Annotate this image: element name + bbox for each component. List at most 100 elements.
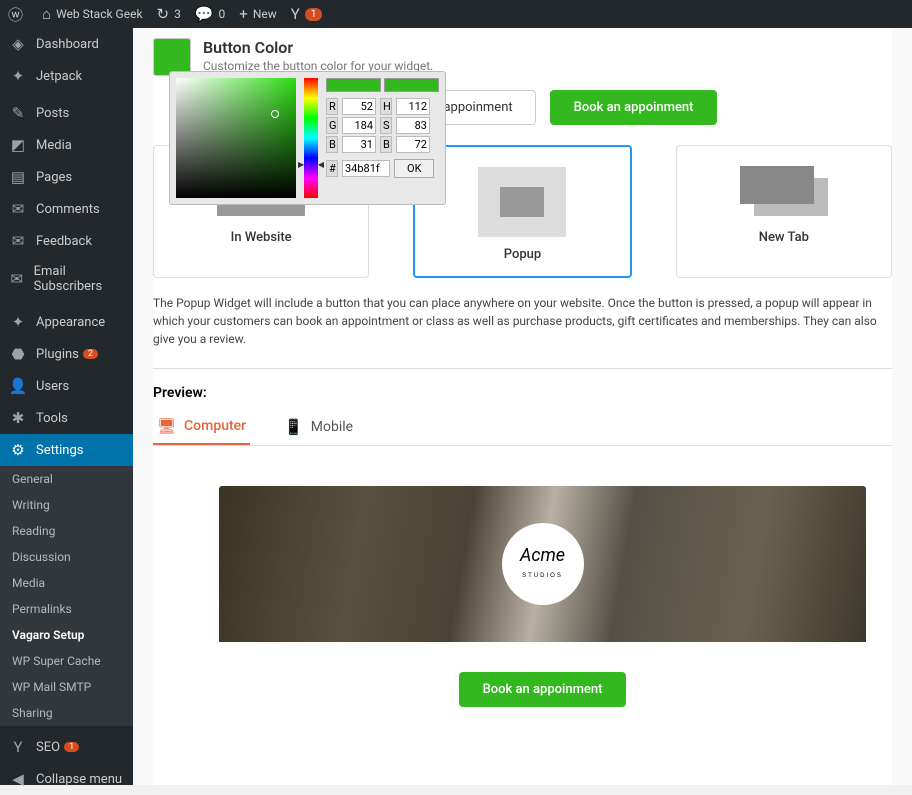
preview-book-button[interactable]: Book an appoinment [459, 672, 627, 707]
menu-icon: ✉ [8, 232, 28, 250]
v-input[interactable] [396, 136, 430, 153]
seo-badge: 1 [64, 742, 79, 752]
hex-input[interactable] [342, 160, 390, 177]
submenu-item-writing[interactable]: Writing [0, 492, 133, 518]
b-input[interactable] [342, 136, 376, 153]
sidebar-item-dashboard[interactable]: ◈ Dashboard [0, 28, 133, 60]
menu-icon: ✦ [8, 67, 28, 85]
menu-icon: ✱ [8, 409, 28, 427]
submenu-item-wp-mail-smtp[interactable]: WP Mail SMTP [0, 674, 133, 700]
h-input[interactable] [396, 98, 430, 115]
updates-count: 3 [174, 7, 181, 21]
collapse-icon: ◀ [8, 770, 28, 788]
sidebar-item-settings[interactable]: ⚙ Settings [0, 434, 133, 466]
sidebar-item-jetpack[interactable]: ✦ Jetpack [0, 60, 133, 92]
sidebar-item-posts[interactable]: ✎Posts [0, 97, 133, 129]
wordpress-icon: ⓦ [8, 4, 23, 25]
card-popup[interactable]: Popup [413, 145, 631, 278]
color-preview-new [326, 78, 381, 92]
comments-link[interactable]: 💬0 [195, 5, 225, 23]
submenu-item-reading[interactable]: Reading [0, 518, 133, 544]
g-input[interactable] [342, 117, 376, 134]
menu-label: Plugins [36, 347, 79, 362]
card-label: In Website [164, 230, 358, 245]
menu-icon: ⚙ [8, 441, 28, 459]
menu-icon: 👤 [8, 377, 28, 395]
popup-icon [478, 167, 566, 237]
menu-label: Dashboard [36, 37, 99, 52]
desktop-icon: 🖥 [157, 417, 176, 435]
s-input[interactable] [396, 117, 430, 134]
color-preview-old [384, 78, 439, 92]
v-label: B [380, 136, 392, 153]
plus-icon: + [239, 5, 248, 23]
sidebar-item-tools[interactable]: ✱ Tools [0, 402, 133, 434]
submenu-item-wp-super-cache[interactable]: WP Super Cache [0, 648, 133, 674]
submenu-item-general[interactable]: General [0, 466, 133, 492]
tab-mobile[interactable]: 📱Mobile [280, 411, 357, 445]
seo-icon: Y [8, 738, 28, 756]
hue-slider[interactable]: ▶◀ [304, 78, 318, 198]
card-new-tab[interactable]: New Tab [676, 145, 892, 278]
submenu-item-media[interactable]: Media [0, 570, 133, 596]
updates-link[interactable]: ↻3 [157, 5, 181, 23]
color-gradient-area[interactable] [176, 78, 296, 198]
newtab-icon [740, 166, 828, 216]
yoast-link[interactable]: Y1 [291, 5, 323, 23]
yoast-icon: Y [291, 5, 300, 23]
sidebar-item-plugins[interactable]: ⬣Plugins2 [0, 338, 133, 370]
sidebar-item-feedback[interactable]: ✉ Feedback [0, 225, 133, 257]
menu-label: Appearance [36, 315, 105, 330]
sidebar-item-comments[interactable]: ✉Comments [0, 193, 133, 225]
menu-label: Jetpack [36, 69, 82, 84]
button-preview-solid[interactable]: Book an appoinment [550, 90, 718, 125]
r-input[interactable] [342, 98, 376, 115]
wp-logo[interactable]: ⓦ [8, 4, 28, 25]
g-label: G [326, 117, 338, 134]
s-label: S [380, 117, 392, 134]
menu-label: Email Subscribers [34, 264, 125, 294]
menu-icon: ✉ [8, 270, 26, 288]
sidebar-item-pages[interactable]: ▤ Pages [0, 161, 133, 193]
refresh-icon: ↻ [157, 5, 170, 23]
submenu-item-permalinks[interactable]: Permalinks [0, 596, 133, 622]
menu-label: Users [36, 379, 69, 394]
r-label: R [326, 98, 338, 115]
sidebar-item-users[interactable]: 👤 Users [0, 370, 133, 402]
menu-icon: ◈ [8, 35, 28, 53]
settings-submenu: GeneralWritingReadingDiscussionMediaPerm… [0, 466, 133, 726]
sidebar-item-email-subscribers[interactable]: ✉ Email Subscribers [0, 257, 133, 301]
preview-hero-image: AcmeSTUDIOS [219, 486, 866, 642]
color-cursor[interactable] [271, 110, 279, 118]
menu-label: Tools [36, 411, 68, 426]
tab-computer[interactable]: 🖥Computer [153, 411, 250, 445]
mobile-icon: 📱 [284, 418, 303, 436]
card-label: Popup [425, 247, 619, 262]
sidebar-item-appearance[interactable]: ✦ Appearance [0, 306, 133, 338]
menu-label: Pages [36, 170, 72, 185]
menu-label: Feedback [36, 234, 92, 249]
preview-tabs: 🖥Computer 📱Mobile [153, 411, 892, 446]
site-home-link[interactable]: ⌂Web Stack Geek [42, 5, 143, 23]
sidebar-item-seo[interactable]: YSEO1 [0, 731, 133, 763]
menu-icon: ⬣ [8, 345, 28, 363]
new-label: New [253, 7, 277, 21]
ok-button[interactable]: OK [394, 159, 434, 178]
menu-icon: ✦ [8, 313, 28, 331]
preview-label: Preview: [153, 385, 892, 401]
comments-count: 0 [219, 7, 226, 21]
new-content-link[interactable]: + New [239, 5, 276, 23]
hex-label: # [326, 160, 338, 177]
yoast-badge: 1 [305, 8, 323, 21]
submenu-item-discussion[interactable]: Discussion [0, 544, 133, 570]
admin-sidebar: ◈ Dashboard ✦ Jetpack ✎Posts◩Media ▤ Pages ✉Com… [0, 28, 133, 785]
sidebar-item-media[interactable]: ◩Media [0, 129, 133, 161]
menu-icon: ▤ [8, 168, 28, 186]
submenu-item-vagaro-setup[interactable]: Vagaro Setup [0, 622, 133, 648]
h-label: H [380, 98, 392, 115]
color-picker: ▶◀ RH GS BB #OK [169, 71, 446, 205]
collapse-menu[interactable]: ◀Collapse menu [0, 763, 133, 795]
menu-label: Settings [36, 443, 83, 458]
menu-icon: ✎ [8, 104, 28, 122]
submenu-item-sharing[interactable]: Sharing [0, 700, 133, 726]
